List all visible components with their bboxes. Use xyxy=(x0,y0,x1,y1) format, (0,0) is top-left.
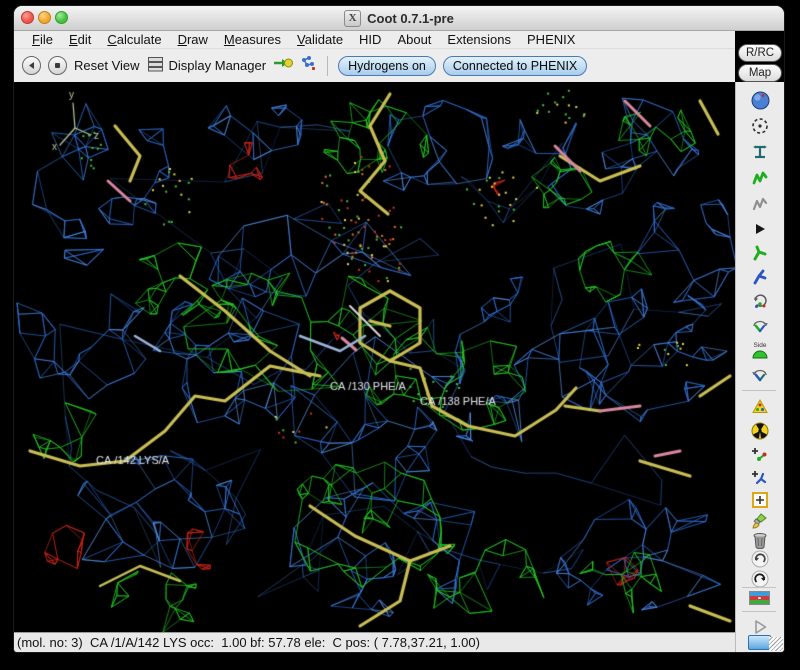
menu-extensions[interactable]: Extensions xyxy=(439,32,519,47)
toolbar-separator xyxy=(327,56,328,76)
window-title: X Coot 0.7.1-pre xyxy=(14,6,784,30)
reset-view-button[interactable]: Reset View xyxy=(74,58,140,73)
menu-hid[interactable]: HID xyxy=(351,32,389,47)
rot-trans-blue-icon[interactable] xyxy=(736,267,784,287)
coot-window: X Coot 0.7.1-pre File Edit Calculate Dra… xyxy=(14,6,784,652)
record-icon[interactable] xyxy=(48,56,67,75)
menu-draw[interactable]: Draw xyxy=(170,32,216,47)
flip-blue-icon[interactable] xyxy=(736,366,784,386)
rrc-button[interactable]: R/RC xyxy=(738,44,782,62)
side-chain-flip-icon[interactable]: Side xyxy=(736,341,784,361)
connect-arrow-icon[interactable] xyxy=(273,56,293,75)
resize-grip[interactable] xyxy=(769,637,783,651)
brush-icon[interactable] xyxy=(736,511,784,531)
back-icon[interactable] xyxy=(22,56,41,75)
dashed-circle-icon[interactable] xyxy=(736,116,784,136)
real-space-refine-icon[interactable] xyxy=(736,168,784,188)
top-right-panel: R/RC Map xyxy=(735,31,784,82)
menu-file[interactable]: File xyxy=(24,32,61,47)
flag-icon[interactable] xyxy=(749,591,770,605)
undo-icon[interactable] xyxy=(736,549,784,569)
molecule-icon[interactable] xyxy=(300,55,317,77)
hydrogens-toggle-button[interactable]: Hydrogens on xyxy=(338,56,436,76)
redo-icon[interactable] xyxy=(736,569,784,589)
chi-angles-icon[interactable] xyxy=(736,291,784,311)
strip-separator-3 xyxy=(742,611,776,612)
menu-bar: File Edit Calculate Draw Measures Valida… xyxy=(14,31,784,48)
add-residue-green-icon[interactable] xyxy=(736,445,784,465)
phenix-connection-button[interactable]: Connected to PHENIX xyxy=(443,56,587,76)
strip-separator-2 xyxy=(742,587,776,588)
play-triangle-icon[interactable] xyxy=(736,219,784,239)
mutate-radioactive-icon[interactable] xyxy=(736,421,784,441)
alt-conf-warning-icon[interactable] xyxy=(736,396,784,416)
strip-separator-1 xyxy=(742,390,776,391)
menu-calculate[interactable]: Calculate xyxy=(99,32,169,47)
blue-sphere-icon[interactable] xyxy=(736,90,784,110)
window-title-text: Coot 0.7.1-pre xyxy=(367,11,454,26)
blue-cube-icon[interactable] xyxy=(748,635,771,650)
regularize-icon[interactable] xyxy=(736,194,784,214)
status-bar: (mol. no: 3) CA /1/A/142 LYS occ: 1.00 b… xyxy=(14,632,735,652)
display-manager-button[interactable]: Display Manager xyxy=(147,56,267,75)
display-manager-icon xyxy=(147,56,164,75)
menu-measures[interactable]: Measures xyxy=(216,32,289,47)
map-button[interactable]: Map xyxy=(738,64,782,82)
add-residue-blue-icon[interactable] xyxy=(736,468,784,488)
x11-icon: X xyxy=(344,10,361,27)
menu-validate[interactable]: Validate xyxy=(289,32,351,47)
main-toolbar: Reset View Display Manager Hydrogens on … xyxy=(14,48,735,82)
i-beam-icon[interactable] xyxy=(736,142,784,162)
title-bar[interactable]: X Coot 0.7.1-pre xyxy=(14,6,784,31)
menu-edit[interactable]: Edit xyxy=(61,32,99,47)
right-tool-strip: Side xyxy=(735,82,784,652)
flip-green-icon[interactable] xyxy=(736,315,784,335)
molecular-viewport[interactable] xyxy=(14,82,735,632)
run-play-outline-icon[interactable] xyxy=(736,617,784,637)
status-text: (mol. no: 3) CA /1/A/142 LYS occ: 1.00 b… xyxy=(17,635,480,650)
menu-about[interactable]: About xyxy=(389,32,439,47)
delete-trash-icon[interactable] xyxy=(736,530,784,550)
add-atom-box-icon[interactable] xyxy=(736,490,784,510)
rigid-body-green-icon[interactable] xyxy=(736,243,784,263)
menu-phenix[interactable]: PHENIX xyxy=(519,32,583,47)
